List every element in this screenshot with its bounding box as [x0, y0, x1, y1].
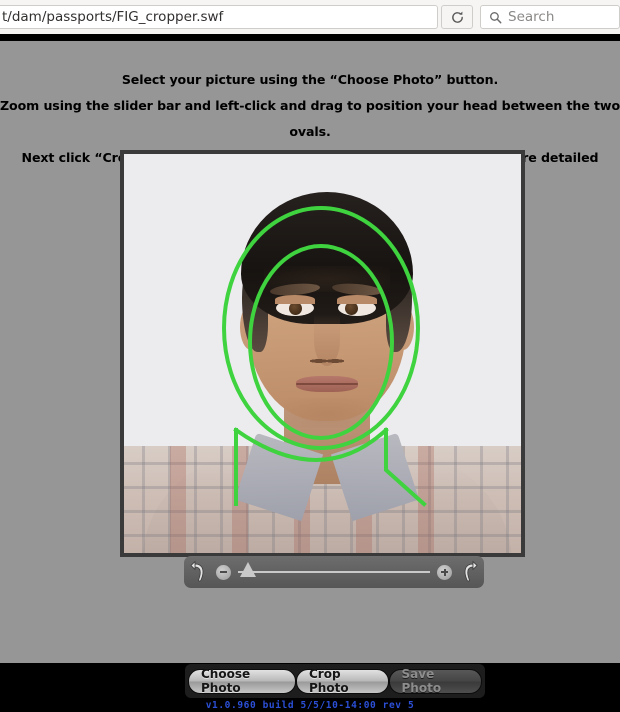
rotate-left-icon: [190, 560, 204, 582]
search-icon: [490, 11, 502, 23]
reload-button[interactable]: [441, 5, 473, 29]
photo-cropper-app: Select your picture using the “Choose Ph…: [0, 41, 620, 663]
search-box[interactable]: Search: [480, 5, 620, 29]
zoom-control-bar[interactable]: [184, 556, 484, 588]
rotate-right-icon: [464, 560, 478, 582]
instruction-line-1: Select your picture using the “Choose Ph…: [121, 72, 499, 87]
app-footer: Choose Photo Crop Photo Save Photo v1.0.…: [0, 663, 620, 712]
rotate-right-button[interactable]: [452, 556, 484, 588]
zoom-slider[interactable]: [238, 562, 430, 577]
instruction-line-2: Zoom using the slider bar and left-click…: [0, 98, 620, 139]
crop-photo-button[interactable]: Crop Photo: [296, 667, 389, 695]
url-bar[interactable]: t/dam/passports/FIG_cropper.swf: [0, 5, 438, 29]
crop-guides: [222, 206, 427, 507]
inner-oval-guide: [248, 244, 394, 440]
toolbar-separator: [0, 34, 620, 41]
photo-frame[interactable]: [120, 150, 525, 557]
url-text: t/dam/passports/FIG_cropper.swf: [2, 9, 224, 25]
shoulder-guide: [233, 427, 427, 507]
save-photo-button: Save Photo: [388, 667, 482, 695]
action-button-row: Choose Photo Crop Photo Save Photo: [185, 664, 485, 698]
browser-toolbar: t/dam/passports/FIG_cropper.swf Search: [0, 0, 620, 34]
reload-icon: [451, 11, 463, 23]
photo-canvas[interactable]: [124, 154, 521, 553]
zoom-slider-thumb[interactable]: [240, 562, 256, 577]
search-placeholder: Search: [508, 9, 555, 25]
version-text: v1.0.960 build 5/5/10-14:00 rev 5: [205, 700, 415, 711]
rotate-left-button[interactable]: [184, 556, 216, 588]
choose-photo-button[interactable]: Choose Photo: [188, 667, 296, 695]
zoom-in-button[interactable]: [437, 564, 452, 580]
zoom-out-button[interactable]: [216, 564, 231, 580]
